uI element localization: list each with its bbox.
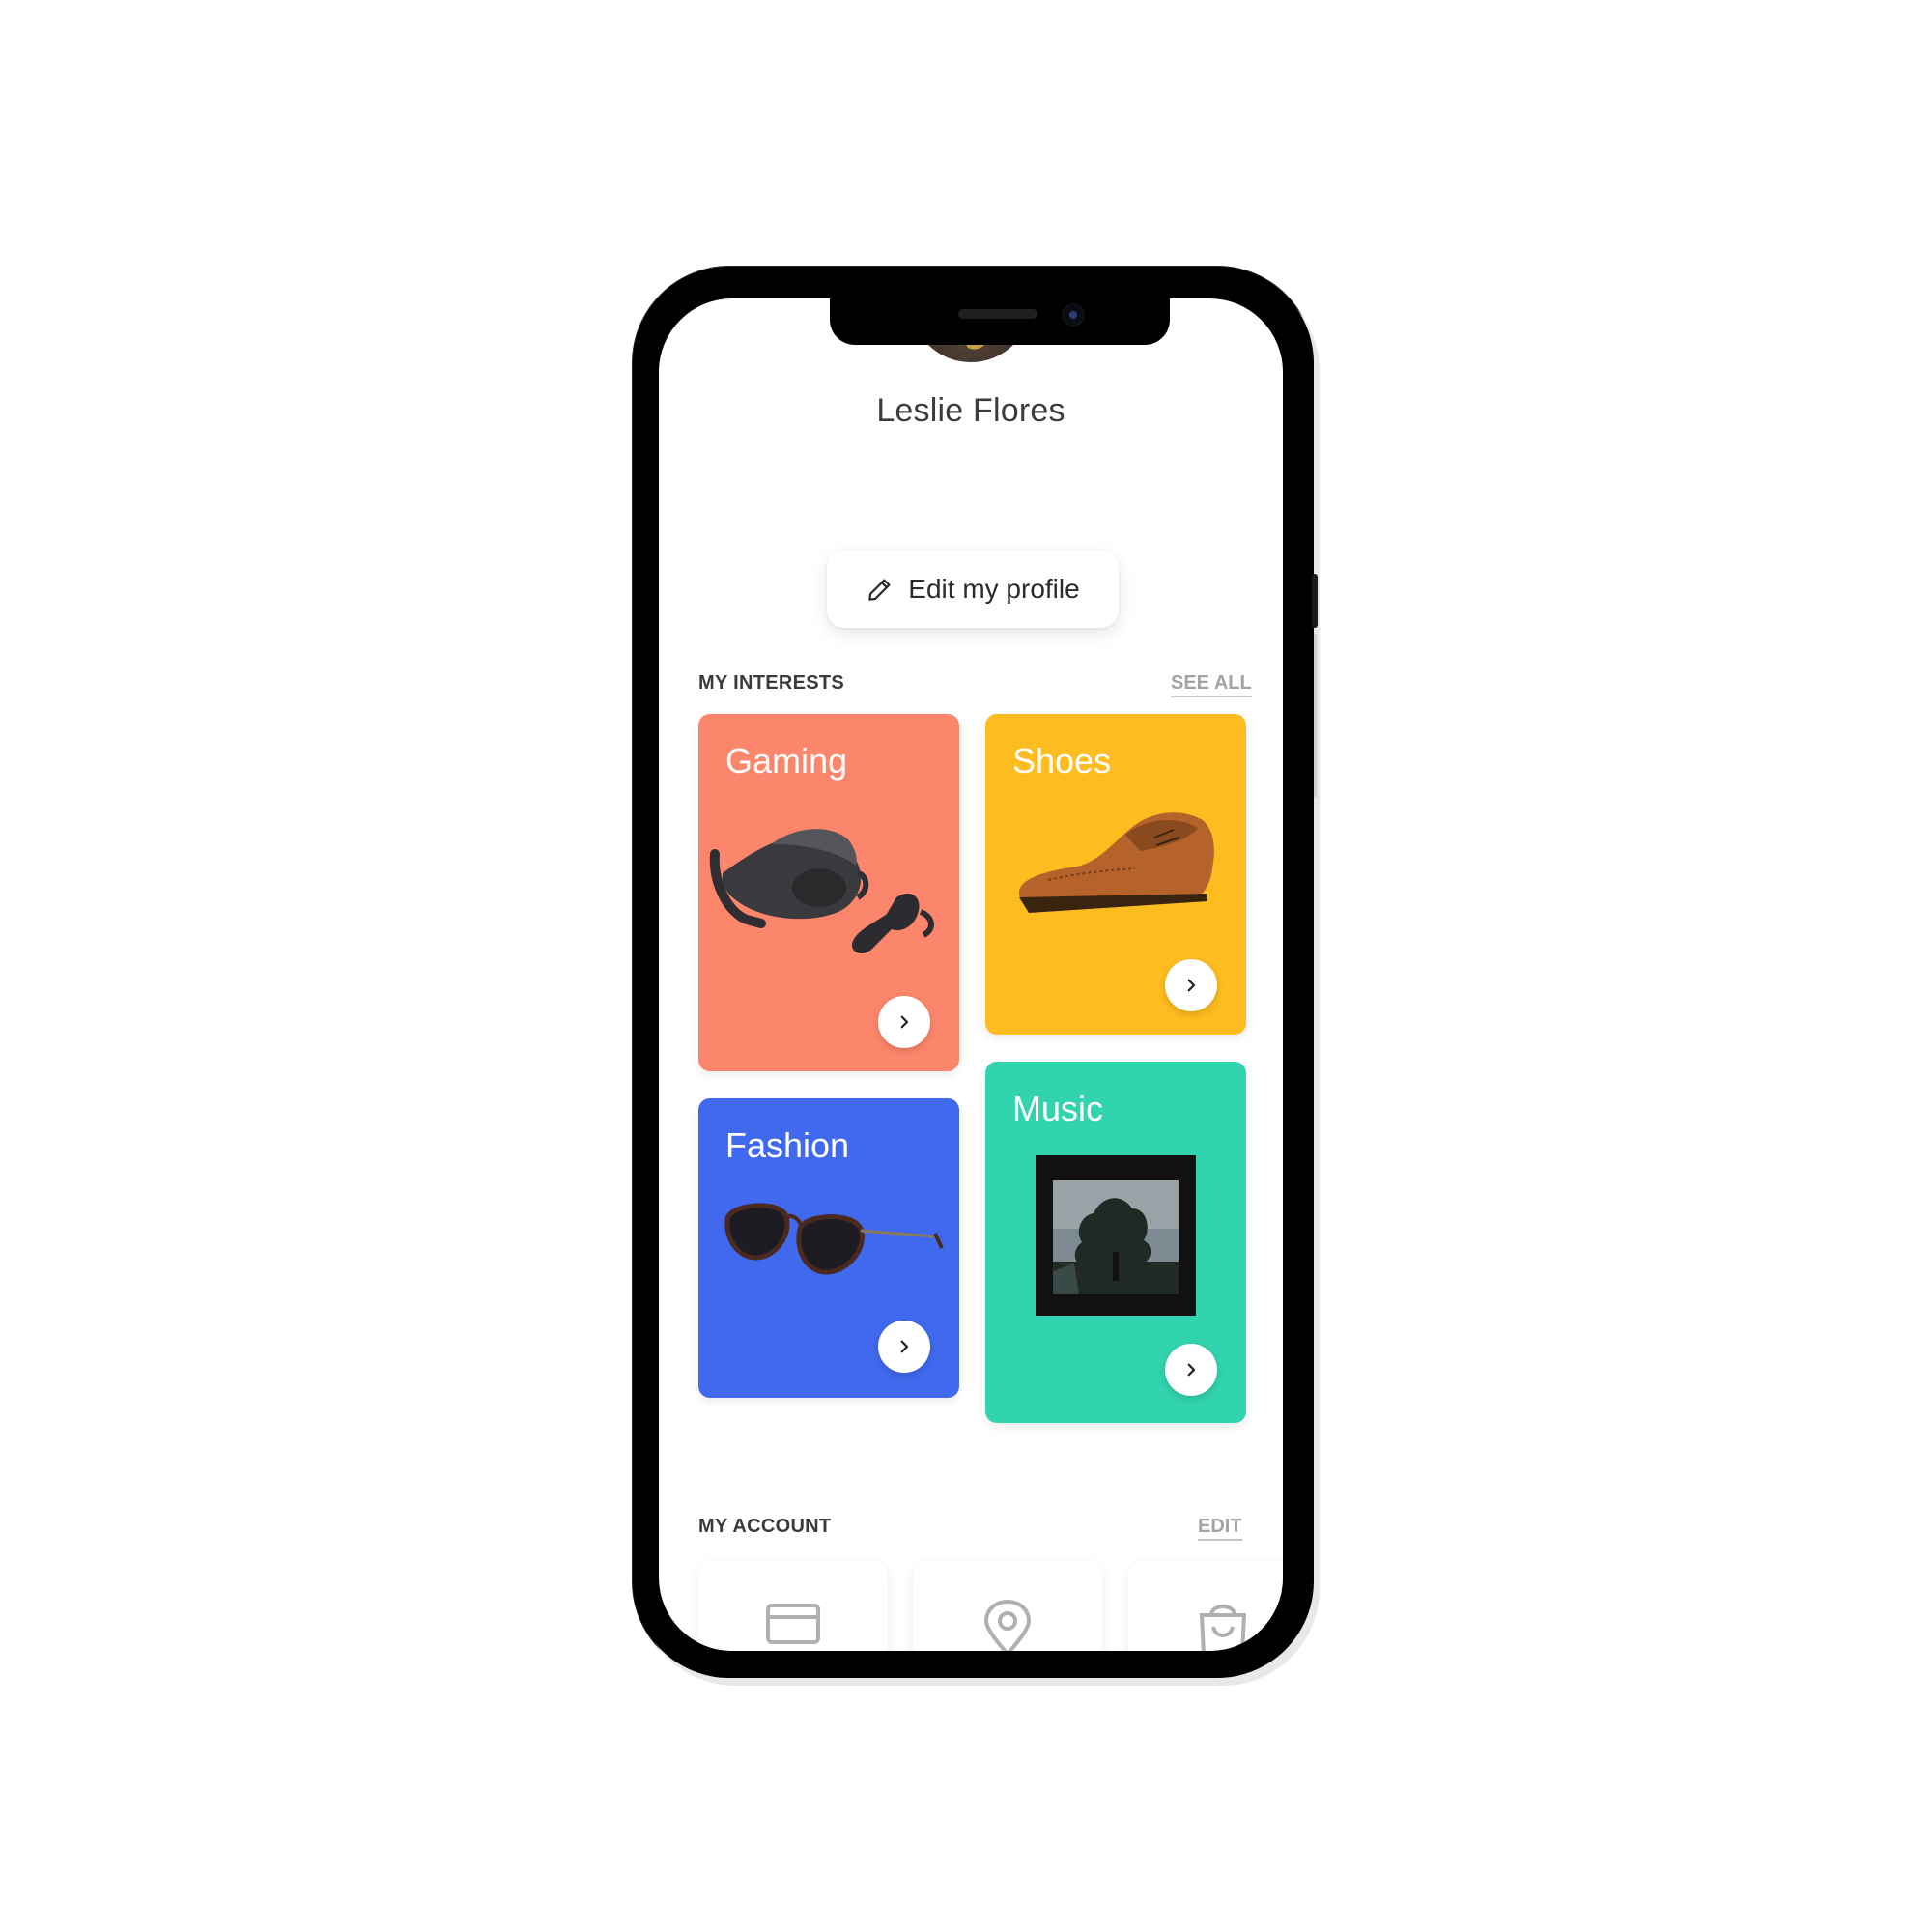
interest-card-label: Fashion — [725, 1125, 850, 1165]
interest-card-gaming[interactable]: Gaming — [698, 714, 959, 1071]
gaming-arrow-button[interactable] — [878, 996, 930, 1048]
account-edit-link[interactable]: EDIT — [1198, 1516, 1242, 1541]
pencil-icon — [868, 579, 891, 601]
chevron-right-icon — [1187, 979, 1196, 992]
interest-card-label: Gaming — [725, 741, 848, 781]
app-screen: Leslie Flores Edit my profile MY INTERES… — [659, 298, 1283, 1651]
credit-card-icon — [766, 1604, 820, 1644]
notch — [830, 298, 1170, 345]
chevron-right-icon — [1187, 1363, 1196, 1377]
fashion-arrow-button[interactable] — [878, 1321, 930, 1373]
interests-heading: MY INTERESTS — [698, 672, 845, 694]
interest-card-fashion[interactable]: Fashion — [698, 1098, 959, 1398]
account-card-address[interactable] — [913, 1561, 1102, 1651]
interest-card-music[interactable]: Music — [985, 1062, 1246, 1423]
shoes-arrow-button[interactable] — [1165, 959, 1217, 1011]
interest-card-label: Music — [1012, 1089, 1104, 1128]
power-button — [1312, 574, 1318, 628]
shopping-bag-icon — [1199, 1605, 1247, 1651]
music-arrow-button[interactable] — [1165, 1344, 1217, 1396]
side-rail — [1314, 634, 1317, 798]
brogue-shoe-image — [1019, 812, 1214, 913]
profile-name: Leslie Flores — [876, 392, 1065, 429]
interest-card-label: Shoes — [1012, 741, 1112, 781]
location-pin-icon — [983, 1600, 1032, 1651]
account-heading: MY ACCOUNT — [698, 1516, 832, 1537]
chevron-right-icon — [900, 1015, 909, 1029]
account-card-payment[interactable] — [698, 1561, 888, 1651]
phone-frame: Leslie Flores Edit my profile MY INTERES… — [633, 267, 1318, 1678]
account-card-orders[interactable] — [1128, 1561, 1283, 1651]
interest-card-shoes[interactable]: Shoes — [985, 714, 1246, 1035]
vr-headset-image — [709, 829, 934, 954]
edit-profile-button[interactable]: Edit my profile — [827, 551, 1119, 628]
speaker — [958, 309, 1037, 319]
chevron-right-icon — [900, 1340, 909, 1353]
see-all-link[interactable]: SEE ALL — [1171, 672, 1252, 697]
album-cover-image — [1036, 1155, 1196, 1316]
edit-profile-label: Edit my profile — [908, 574, 1080, 604]
front-camera — [1062, 303, 1085, 327]
sunglasses-image — [724, 1203, 944, 1275]
